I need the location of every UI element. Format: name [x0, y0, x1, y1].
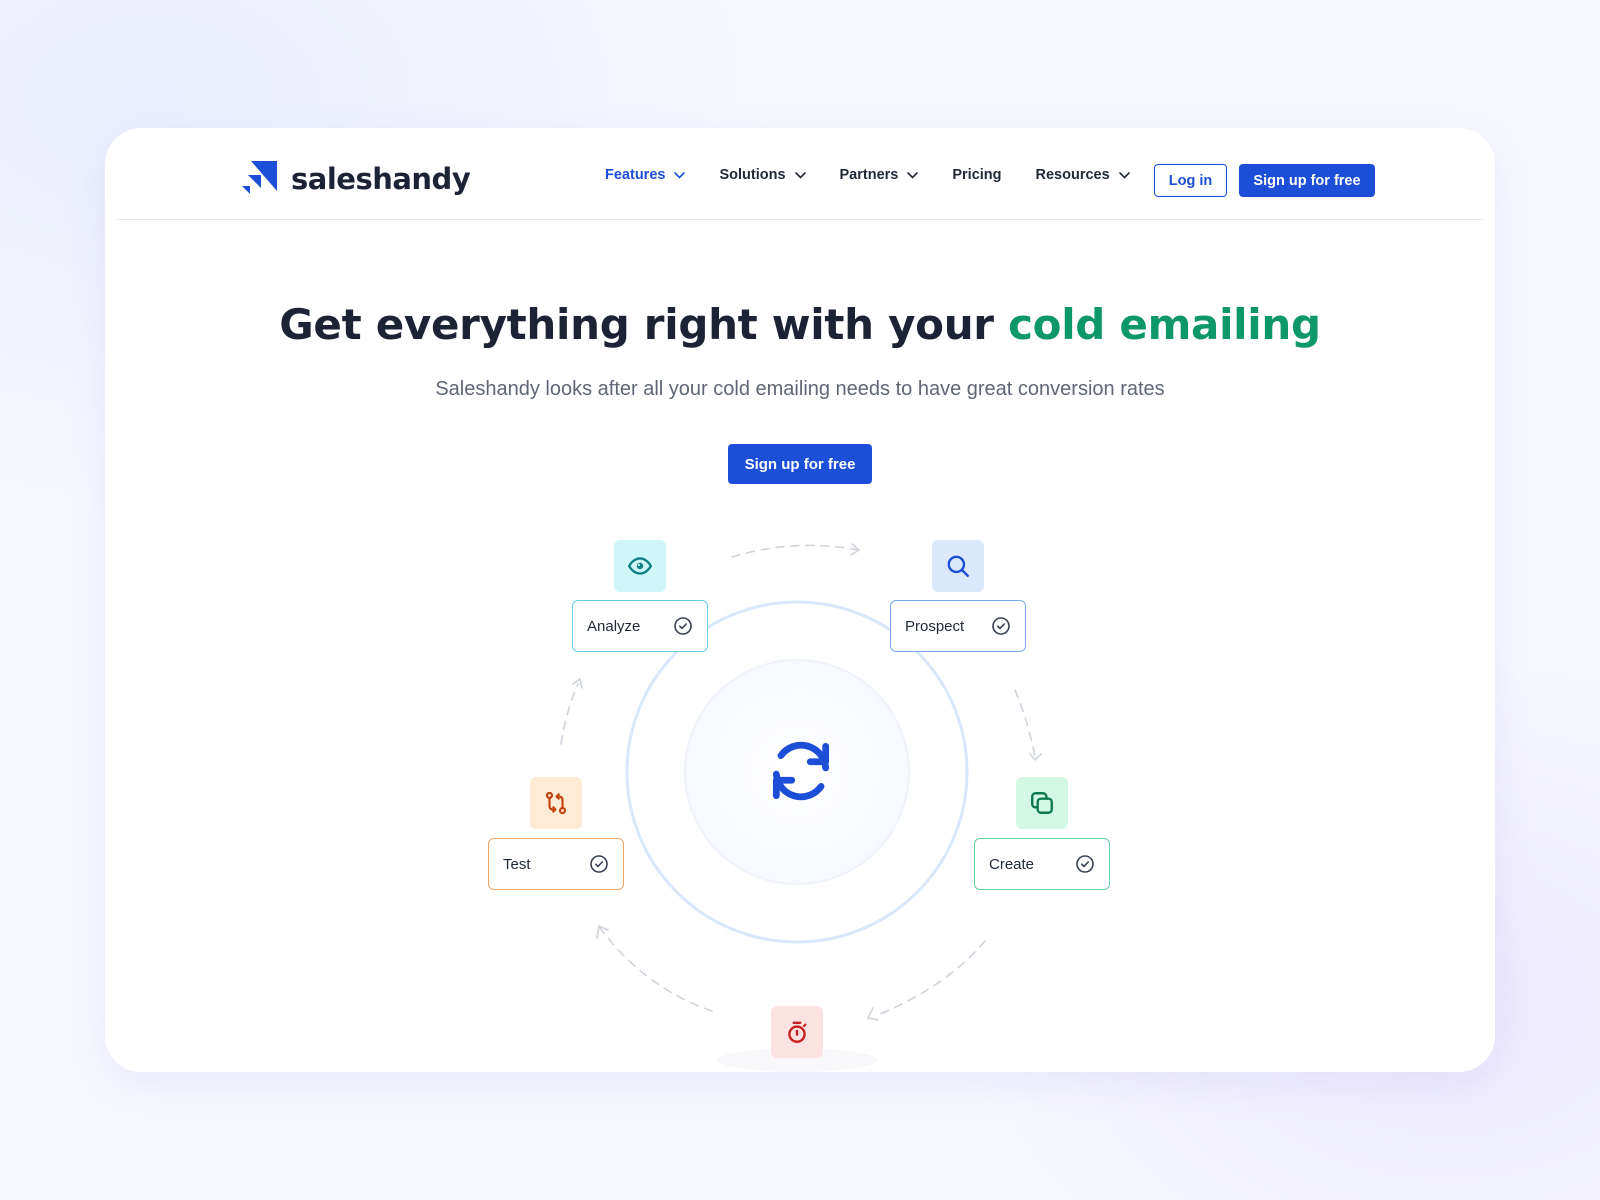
prospect-icon-tile [932, 540, 984, 592]
hero-title: Get everything right with your cold emai… [105, 300, 1495, 349]
check-circle-icon [1076, 855, 1094, 873]
signup-button-nav[interactable]: Sign up for free [1239, 164, 1375, 197]
arrowhead [867, 1007, 879, 1021]
main-menu: Features Solutions Partners Pricing Reso… [605, 167, 1164, 183]
chevron-down-icon [674, 171, 686, 179]
menu-item-resources[interactable]: Resources [1036, 167, 1130, 183]
test-step[interactable]: Test [488, 838, 624, 890]
chevron-down-icon [907, 171, 919, 179]
menu-label: Resources [1035, 167, 1110, 183]
menu-label: Features [605, 167, 666, 183]
arrowhead [596, 925, 609, 939]
menu-item-solutions[interactable]: Solutions [719, 167, 806, 183]
refresh-icon [772, 741, 830, 801]
landing-card: saleshandy Features Solutions Partners P… [105, 128, 1495, 1072]
arrow-prospect-to-create [1014, 689, 1036, 757]
chevron-down-icon [1118, 171, 1130, 179]
step-label: Test [503, 855, 531, 873]
menu-item-features[interactable]: Features [605, 167, 686, 183]
test-icon-tile [530, 777, 582, 829]
hero-subtitle: Saleshandy looks after all your cold ema… [435, 378, 1165, 400]
copy-icon [1031, 792, 1053, 814]
menu-item-pricing[interactable]: Pricing [952, 167, 1001, 183]
prospect-step[interactable]: Prospect [890, 600, 1026, 652]
check-circle-icon [992, 617, 1010, 635]
create-step[interactable]: Create [974, 838, 1110, 890]
eye-icon [627, 557, 653, 575]
menu-label: Solutions [719, 167, 786, 183]
signup-button-hero[interactable]: Sign up for free [728, 444, 872, 484]
cycle-diagram [560, 543, 1042, 1072]
step-label: Analyze [587, 617, 641, 635]
arrowhead [850, 543, 860, 556]
analyze-step[interactable]: Analyze [572, 600, 708, 652]
navbar: saleshandy Features Solutions Partners P… [117, 128, 1483, 220]
menu-label: Partners [839, 167, 899, 183]
chevron-down-icon [794, 171, 806, 179]
hero-title-accent: cold emailing [1008, 300, 1321, 349]
hero-title-main: Get everything right with your [279, 300, 1009, 349]
arrowhead [1029, 753, 1042, 761]
arrow-create-to-review [874, 940, 986, 1017]
check-circle-icon [674, 617, 692, 635]
login-button[interactable]: Log in [1154, 164, 1227, 197]
analyze-icon-tile [614, 540, 666, 592]
arrow-analyze-to-prospect [731, 544, 859, 558]
menu-label: Pricing [952, 167, 1002, 183]
brand-name: saleshandy [291, 162, 471, 196]
step-label: Prospect [905, 617, 965, 635]
git-compare-icon [545, 791, 567, 815]
menu-item-partners[interactable]: Partners [840, 167, 919, 183]
create-icon-tile [1016, 777, 1068, 829]
saleshandy-logo-icon [242, 161, 277, 194]
stopwatch-icon [788, 1021, 807, 1043]
brand-logo[interactable]: saleshandy [241, 161, 471, 197]
step-label: Create [989, 855, 1035, 873]
stopwatch-icon-tile [771, 1006, 823, 1058]
arrow-test-to-analyze [560, 683, 579, 745]
arrow-review-to-test [599, 927, 713, 1012]
search-icon [947, 555, 969, 577]
arrowhead [572, 678, 583, 689]
check-circle-icon [590, 855, 608, 873]
